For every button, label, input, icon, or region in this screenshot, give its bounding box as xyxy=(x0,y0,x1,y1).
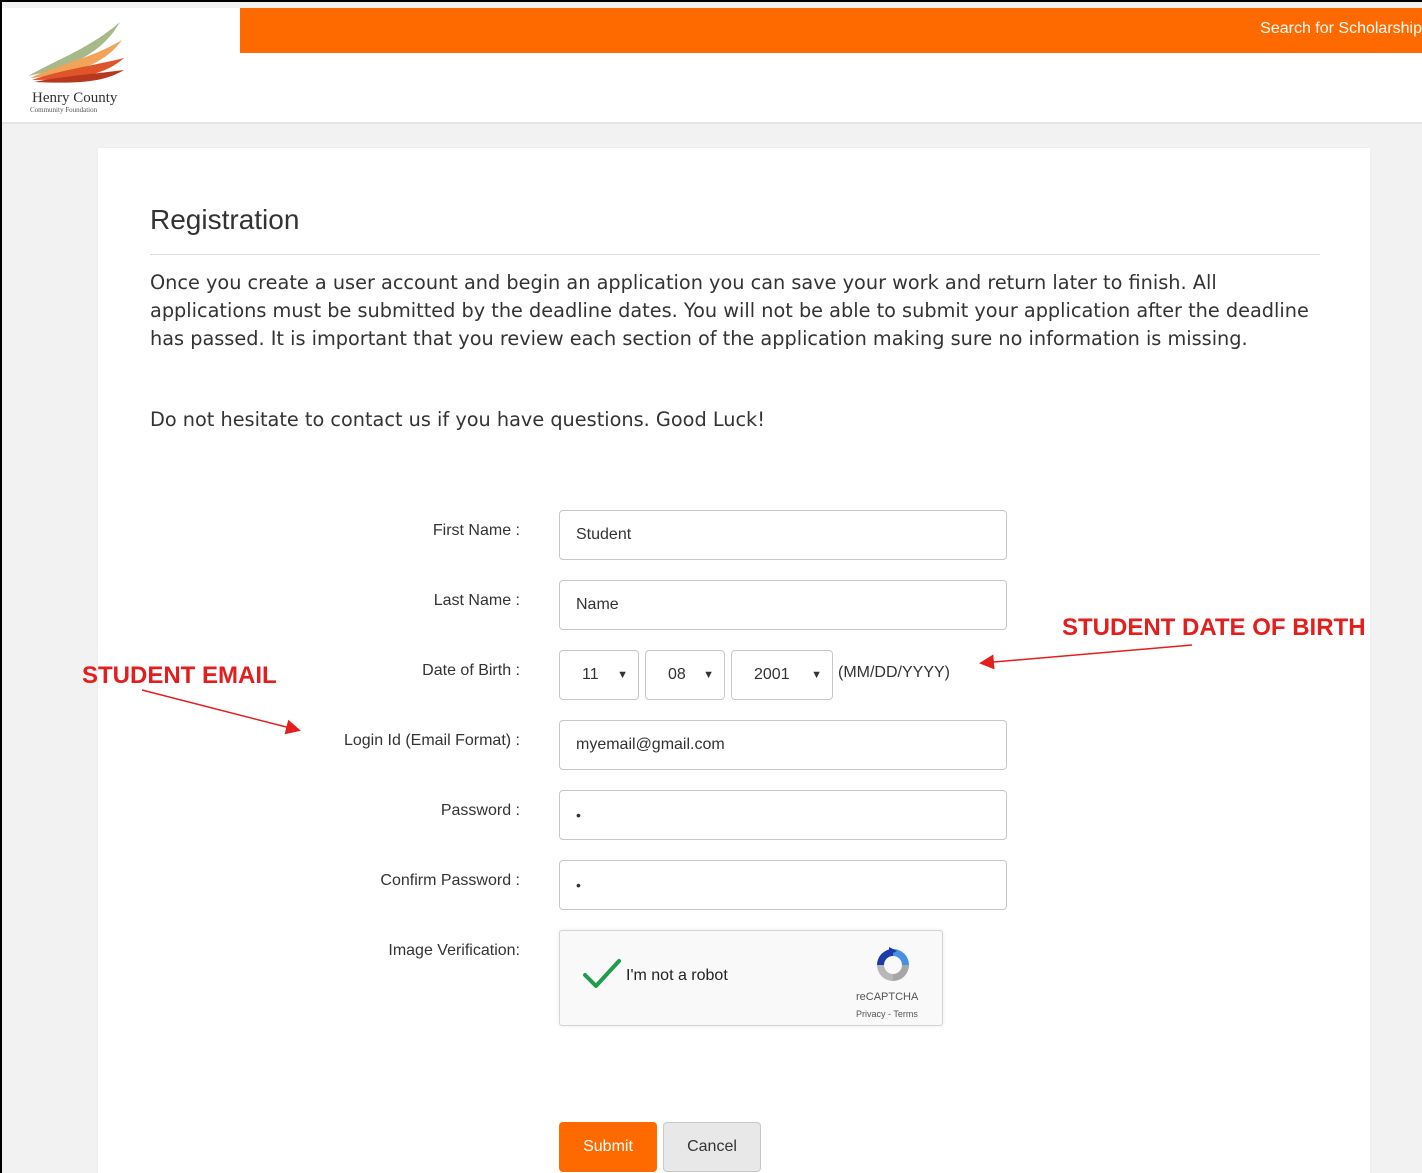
recaptcha-widget[interactable]: I'm not a robot reCAPTCHA Privacy - Term… xyxy=(559,930,943,1026)
dob-month-value: 11 xyxy=(582,666,599,683)
captcha-text: I'm not a robot xyxy=(626,967,728,984)
registration-card: Registration Once you create a user acco… xyxy=(98,148,1370,1173)
logo-name: Henry County xyxy=(32,90,118,106)
chevron-down-icon: ▼ xyxy=(617,669,628,681)
recaptcha-links[interactable]: Privacy - Terms xyxy=(856,1009,918,1019)
last-name-label: Last Name : xyxy=(433,592,520,609)
chevron-down-icon: ▼ xyxy=(811,669,822,681)
recaptcha-brand: reCAPTCHA xyxy=(856,991,919,1003)
password-input[interactable]: • xyxy=(559,790,1007,840)
login-id-input[interactable]: myemail@gmail.com xyxy=(559,720,1007,770)
first-name-label: First Name : xyxy=(432,522,520,539)
confirm-password-label: Confirm Password : xyxy=(380,872,520,889)
dob-day-select[interactable]: 08 ▼ xyxy=(645,650,725,700)
logo-subtitle: Community Foundation xyxy=(30,106,98,114)
recaptcha-logo-icon xyxy=(877,947,909,981)
checkmark-icon[interactable] xyxy=(582,957,622,991)
title-divider xyxy=(150,254,1320,255)
last-name-input[interactable]: Name xyxy=(559,580,1007,630)
dob-year-value: 2001 xyxy=(754,666,790,683)
top-nav-bar: Search for Scholarship xyxy=(240,8,1422,53)
henry-county-logo[interactable]: Henry County Community Foundation xyxy=(20,18,130,122)
first-name-input[interactable]: Student xyxy=(559,510,1007,560)
annotation-email: STUDENT EMAIL xyxy=(82,662,277,689)
confirm-password-input[interactable]: • xyxy=(559,860,1007,910)
page-title: Registration xyxy=(150,204,300,235)
login-id-label: Login Id (Email Format) : xyxy=(343,732,520,749)
contact-text: Do not hesitate to contact us if you hav… xyxy=(150,408,765,431)
dob-month-select[interactable]: 11 ▼ xyxy=(559,650,639,700)
password-label: Password : xyxy=(440,802,520,819)
page-frame: Search for Scholarship Henry County Comm… xyxy=(0,0,1422,1173)
annotation-dob: STUDENT DATE OF BIRTH xyxy=(1062,614,1366,641)
search-scholarship-link[interactable]: Search for Scholarship xyxy=(1260,20,1422,38)
dob-year-select[interactable]: 2001 ▼ xyxy=(731,650,833,700)
chevron-down-icon: ▼ xyxy=(703,669,714,681)
cancel-button[interactable]: Cancel xyxy=(663,1122,761,1172)
logo-swoosh-icon xyxy=(28,22,124,83)
dob-format-hint: (MM/DD/YYYY) xyxy=(838,664,950,681)
image-verification-label: Image Verification: xyxy=(388,942,520,959)
header-divider xyxy=(2,122,1422,124)
submit-button[interactable]: Submit xyxy=(559,1122,657,1172)
intro-text: Once you create a user account and begin… xyxy=(150,271,1309,350)
dob-day-value: 08 xyxy=(668,666,686,683)
